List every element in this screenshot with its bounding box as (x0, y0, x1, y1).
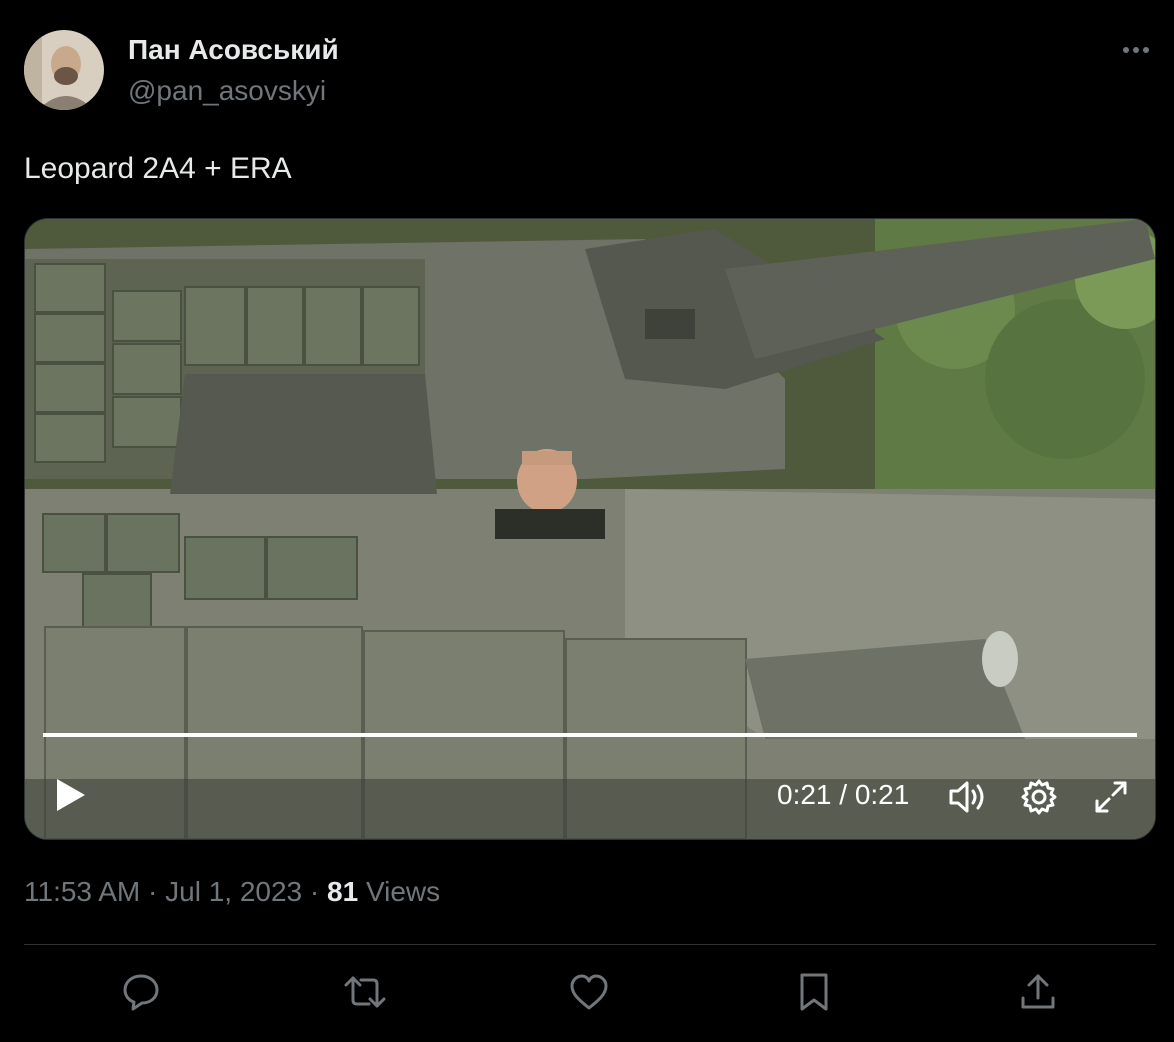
video-player[interactable]: 0:21 / 0:21 (24, 218, 1156, 840)
tweet-text: Leopard 2A4 + ERA (24, 152, 292, 185)
tweet-date[interactable]: Jul 1, 2023 (165, 876, 302, 907)
video-time: 0:21 / 0:21 (777, 779, 910, 810)
bookmark-button[interactable] (790, 970, 838, 1018)
heart-icon (570, 974, 608, 1010)
user-handle[interactable]: @pan_asovskyi (128, 75, 326, 107)
play-icon[interactable] (53, 775, 89, 820)
bookmark-icon (800, 973, 828, 1011)
volume-icon[interactable] (945, 777, 989, 822)
display-name[interactable]: Пан Асовський (128, 34, 339, 66)
avatar[interactable] (24, 30, 104, 110)
like-button[interactable] (565, 970, 613, 1018)
video-progress-bar[interactable] (43, 733, 1137, 737)
share-button[interactable] (1014, 970, 1062, 1018)
share-icon (1021, 974, 1055, 1009)
video-progress-fill (43, 733, 1137, 737)
video-frame (25, 219, 1155, 839)
retweet-icon (344, 976, 386, 1008)
tweet-time[interactable]: 11:53 AM (24, 876, 140, 907)
reply-button[interactable] (117, 970, 165, 1018)
tweet-meta: 11:53 AM · Jul 1, 2023 · 81 Views (24, 876, 440, 908)
meta-separator: · (302, 876, 328, 907)
views-count: 81 (327, 876, 359, 907)
divider (24, 944, 1156, 945)
views-label: Views (358, 876, 441, 907)
more-icon[interactable] (1116, 36, 1156, 64)
gear-icon[interactable] (1019, 777, 1059, 822)
reply-icon (123, 974, 159, 1011)
retweet-button[interactable] (341, 970, 389, 1018)
meta-separator: · (140, 876, 166, 907)
fullscreen-icon[interactable] (1091, 777, 1131, 822)
